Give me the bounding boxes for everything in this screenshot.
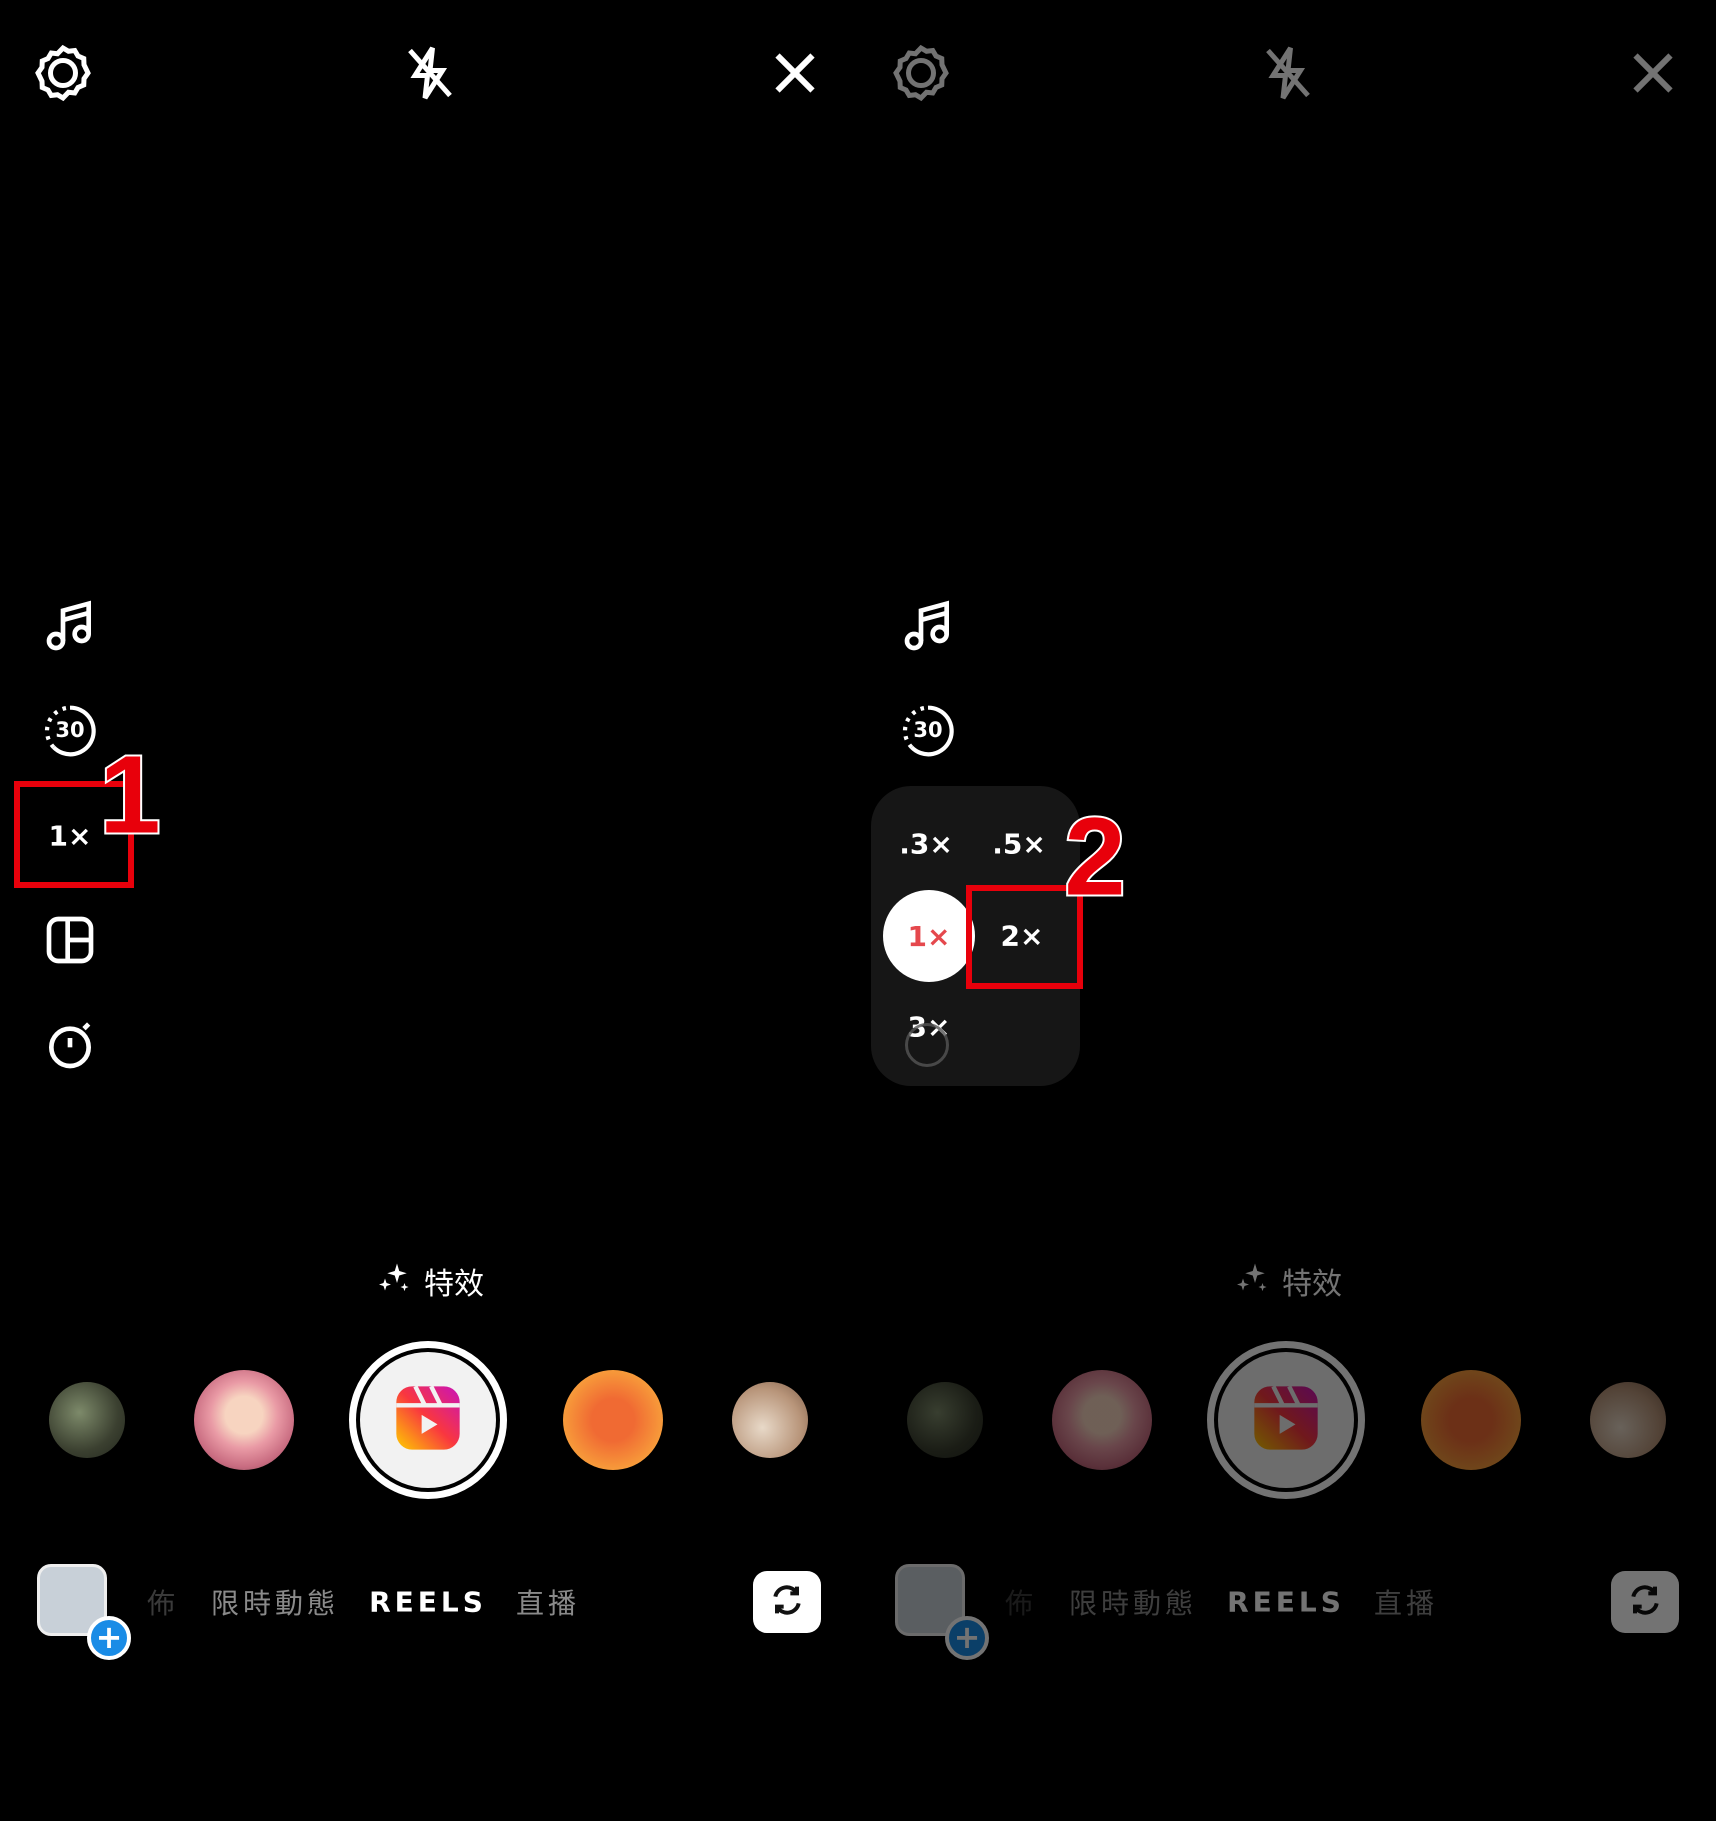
reels-shutter-button[interactable] xyxy=(1207,1341,1365,1499)
reels-icon xyxy=(1248,1380,1324,1460)
annotation-number-1: 1 xyxy=(97,732,162,859)
gallery-button[interactable]: + xyxy=(895,1564,989,1660)
plus-icon: + xyxy=(945,1616,989,1660)
mode-tab[interactable]: 限時動態 xyxy=(211,1582,339,1622)
mode-tab[interactable]: 佈 xyxy=(147,1582,179,1622)
filter-thumbnail-anime[interactable] xyxy=(1052,1370,1152,1470)
layout-icon[interactable] xyxy=(42,912,98,968)
camera-panel-left: 30 1× 1 特效 + 佈限時動態 REELS 直播 xyxy=(0,0,858,1821)
sparkles-icon xyxy=(1234,1259,1270,1303)
filter-thumbnail-room[interactable] xyxy=(732,1382,808,1458)
filter-thumbnail-anime[interactable] xyxy=(194,1370,294,1470)
timer-icon[interactable] xyxy=(42,1017,98,1073)
flash-off-icon[interactable] xyxy=(1258,43,1318,103)
settings-icon[interactable] xyxy=(33,43,93,103)
music-icon[interactable] xyxy=(42,599,98,655)
zoom-option[interactable]: .5× xyxy=(992,828,1046,861)
mode-tab[interactable]: 直播 xyxy=(516,1582,580,1622)
mode-tab[interactable]: 佈 xyxy=(1005,1582,1037,1622)
zoom-option[interactable]: .3× xyxy=(899,828,953,861)
mode-tab[interactable]: REELS xyxy=(369,1586,487,1619)
flash-off-icon[interactable] xyxy=(400,43,460,103)
plus-icon: + xyxy=(87,1616,131,1660)
filter-thumbnail-orange[interactable] xyxy=(563,1370,663,1470)
duration-button[interactable]: 30 xyxy=(42,703,98,759)
timer-icon xyxy=(905,1023,949,1067)
duration-label: 30 xyxy=(913,718,943,742)
gallery-button[interactable]: + xyxy=(37,1564,131,1660)
duration-label: 30 xyxy=(55,718,85,742)
mode-tab[interactable]: REELS xyxy=(1227,1586,1345,1619)
reels-shutter-button[interactable] xyxy=(349,1341,507,1499)
filter-thumbnail-garden[interactable] xyxy=(49,1382,125,1458)
filter-thumbnail-room[interactable] xyxy=(1590,1382,1666,1458)
flip-camera-button[interactable] xyxy=(1611,1571,1679,1633)
flip-camera-icon xyxy=(767,1580,807,1624)
effects-label: 特效 xyxy=(1282,1267,1342,1302)
flip-camera-icon xyxy=(1625,1580,1665,1624)
effects-label: 特效 xyxy=(424,1267,484,1302)
duration-button[interactable]: 30 xyxy=(900,703,956,759)
close-icon[interactable] xyxy=(765,43,825,103)
filter-thumbnail-garden[interactable] xyxy=(907,1382,983,1458)
mode-tab[interactable]: 限時動態 xyxy=(1069,1582,1197,1622)
effects-button[interactable]: 特效 xyxy=(376,1259,484,1303)
music-icon[interactable] xyxy=(900,599,956,655)
mode-tab[interactable]: 直播 xyxy=(1374,1582,1438,1622)
filter-thumbnail-orange[interactable] xyxy=(1421,1370,1521,1470)
effects-button[interactable]: 特效 xyxy=(1234,1259,1342,1303)
close-icon[interactable] xyxy=(1623,43,1683,103)
annotation-number-2: 2 xyxy=(1062,794,1127,921)
zoom-option-selected[interactable]: 1× xyxy=(883,890,975,982)
flip-camera-button[interactable] xyxy=(753,1571,821,1633)
reels-icon xyxy=(390,1380,466,1460)
settings-icon[interactable] xyxy=(891,43,951,103)
sparkles-icon xyxy=(376,1259,412,1303)
